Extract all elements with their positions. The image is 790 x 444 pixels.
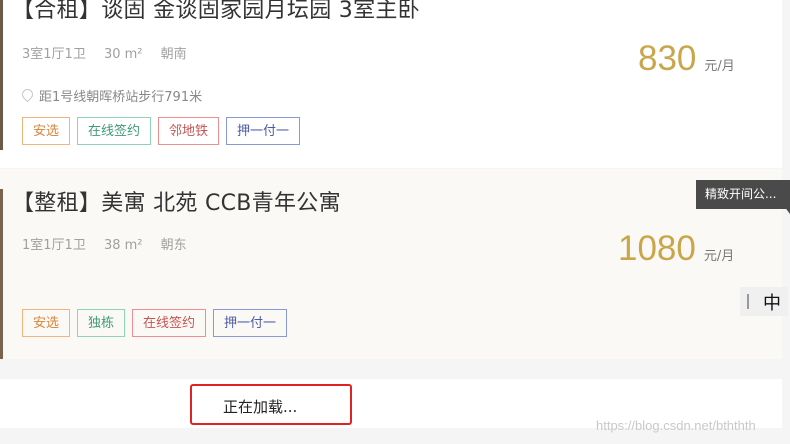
ime-indicator[interactable]: 中 bbox=[740, 287, 788, 316]
tag-anxuan: 安选 bbox=[22, 117, 71, 145]
listing-price-unit: 元/月 bbox=[703, 249, 735, 264]
listing-meta: 3室1厅1卫 30 m² 朝南 bbox=[22, 43, 201, 62]
title-tooltip: 精致开间公... bbox=[696, 180, 790, 209]
ime-mode-label[interactable]: 中 bbox=[763, 289, 781, 315]
listing-price-value: 830 bbox=[638, 39, 697, 78]
listing-area: 30 m² bbox=[103, 47, 143, 62]
listing-price: 830 元/月 bbox=[638, 39, 735, 79]
listing-price-value: 1080 bbox=[618, 229, 696, 268]
tag-online-sign: 在线签约 bbox=[132, 309, 207, 337]
listing-layout: 3室1厅1卫 bbox=[22, 47, 86, 62]
listing-title[interactable]: 【合租】谈固 金谈固家园月坛园 3室主卧 bbox=[12, 0, 420, 24]
listing-tags: 安选 独栋 在线签约 押一付一 bbox=[22, 309, 294, 337]
tooltip-arrow bbox=[784, 206, 790, 214]
listing-orientation: 朝东 bbox=[160, 238, 187, 253]
listing-orientation: 朝南 bbox=[160, 47, 187, 62]
tag-pay-one-deposit-one: 押一付一 bbox=[213, 309, 288, 337]
listing-tags: 安选 在线签约 邻地铁 押一付一 bbox=[22, 117, 307, 145]
listing-card-1[interactable]: 【合租】谈固 金谈固家园月坛园 3室主卧 3室1厅1卫 30 m² 朝南 距1号… bbox=[0, 0, 782, 168]
listing-price-unit: 元/月 bbox=[704, 59, 735, 74]
loading-text: 正在加载... bbox=[223, 398, 298, 416]
listing-area: 38 m² bbox=[103, 238, 143, 253]
listing-thumbnail[interactable] bbox=[0, 0, 3, 150]
location-pin-icon bbox=[19, 86, 36, 103]
tag-standalone-building: 独栋 bbox=[77, 309, 126, 337]
listing-location: 距1号线朝晖桥站步行791米 bbox=[19, 86, 203, 105]
listing-title[interactable]: 【整租】美寓 北苑 CCB青年公寓 bbox=[12, 185, 341, 217]
listing-price: 1080 元/月 bbox=[618, 229, 734, 269]
listing-thumbnail[interactable] bbox=[0, 189, 3, 359]
listing-layout: 1室1厅1卫 bbox=[22, 238, 86, 253]
listing-meta: 1室1厅1卫 38 m² 朝东 bbox=[22, 234, 201, 253]
watermark: https://blog.csdn.net/bththth bbox=[596, 418, 756, 433]
ime-drag-handle[interactable] bbox=[747, 294, 749, 309]
tag-near-subway: 邻地铁 bbox=[158, 117, 220, 145]
tag-anxuan: 安选 bbox=[22, 309, 71, 337]
tag-online-sign: 在线签约 bbox=[77, 117, 152, 145]
tag-pay-one-deposit-one: 押一付一 bbox=[226, 117, 301, 145]
listing-location-text: 距1号线朝晖桥站步行791米 bbox=[39, 90, 203, 105]
